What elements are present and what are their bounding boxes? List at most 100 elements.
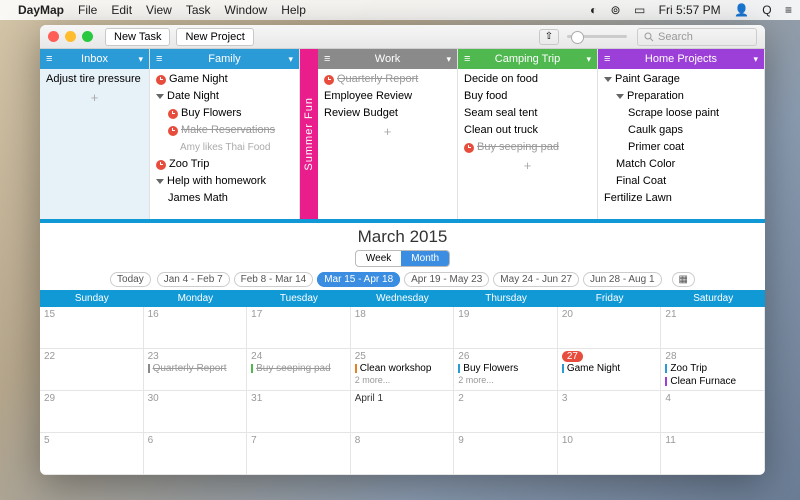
menu-file[interactable]: File: [78, 3, 97, 17]
add-task-button[interactable]: +: [318, 122, 457, 141]
more-events[interactable]: 2 more...: [458, 375, 553, 385]
task-item[interactable]: Paint Garage: [598, 71, 764, 88]
calendar-cell[interactable]: 28Zoo TripClean Furnace: [661, 349, 765, 391]
menubar-clock[interactable]: Fri 5:57 PM: [659, 3, 721, 17]
disclosure-down-icon[interactable]: [156, 179, 164, 184]
column-header[interactable]: ≡Camping Trip▾: [458, 49, 597, 69]
column-menu-icon[interactable]: ≡: [156, 53, 168, 65]
battery-icon[interactable]: ▭: [634, 3, 645, 17]
share-button[interactable]: ⇧: [539, 29, 559, 45]
task-item[interactable]: Make Reservations: [150, 122, 299, 139]
column-dropdown-icon[interactable]: ▾: [439, 54, 451, 65]
calendar-event[interactable]: Buy seeping pad: [251, 362, 346, 375]
column-dropdown-icon[interactable]: ▾: [281, 54, 293, 65]
menu-task[interactable]: Task: [186, 3, 211, 17]
notifications-icon[interactable]: ≡: [785, 3, 792, 17]
disclosure-down-icon[interactable]: [616, 94, 624, 99]
calendar-picker-button[interactable]: ▦: [672, 272, 695, 287]
task-item[interactable]: Caulk gaps: [598, 122, 764, 139]
column-menu-icon[interactable]: ≡: [464, 53, 476, 65]
menu-help[interactable]: Help: [281, 3, 306, 17]
calendar-cell[interactable]: 11: [661, 433, 765, 475]
task-item[interactable]: Help with homework: [150, 173, 299, 190]
column-header[interactable]: ≡Home Projects▾: [598, 49, 764, 69]
calendar-cell[interactable]: April 1: [351, 391, 455, 433]
calendar-cell[interactable]: 21: [661, 307, 765, 349]
calendar-cell[interactable]: 29: [40, 391, 144, 433]
calendar-cell[interactable]: 8: [351, 433, 455, 475]
range-button[interactable]: Apr 19 - May 23: [404, 272, 489, 287]
calendar-event[interactable]: Zoo Trip: [665, 362, 760, 375]
minimize-button[interactable]: [65, 31, 76, 42]
task-item[interactable]: Review Budget: [318, 105, 457, 122]
zoom-slider[interactable]: [567, 35, 627, 38]
task-item[interactable]: Final Coat: [598, 173, 764, 190]
zoom-button[interactable]: [82, 31, 93, 42]
column-menu-icon[interactable]: ≡: [324, 53, 336, 65]
cloud-icon[interactable]: ◐: [590, 3, 597, 17]
task-item[interactable]: Quarterly Report: [318, 71, 457, 88]
calendar-event[interactable]: Game Night: [562, 362, 657, 375]
calendar-cell[interactable]: 3: [558, 391, 662, 433]
task-item[interactable]: Employee Review: [318, 88, 457, 105]
user-icon[interactable]: 👤: [734, 3, 749, 17]
calendar-event[interactable]: Buy Flowers: [458, 362, 553, 375]
app-name[interactable]: DayMap: [18, 3, 64, 17]
add-task-button[interactable]: +: [40, 88, 149, 107]
wifi-icon[interactable]: ⊚: [611, 3, 621, 17]
calendar-cell[interactable]: 20: [558, 307, 662, 349]
task-item[interactable]: James Math: [150, 190, 299, 207]
disclosure-down-icon[interactable]: [604, 77, 612, 82]
task-item[interactable]: Adjust tire pressure: [40, 71, 149, 88]
close-button[interactable]: [48, 31, 59, 42]
calendar-cell[interactable]: 17: [247, 307, 351, 349]
view-segmented-control[interactable]: Week Month: [355, 250, 450, 267]
column-menu-icon[interactable]: ≡: [604, 53, 616, 65]
task-item[interactable]: Game Night: [150, 71, 299, 88]
view-month[interactable]: Month: [401, 251, 449, 266]
column-dropdown-icon[interactable]: ▾: [746, 54, 758, 65]
today-button[interactable]: Today: [110, 272, 151, 287]
menu-edit[interactable]: Edit: [111, 3, 132, 17]
task-item[interactable]: Clean out truck: [458, 122, 597, 139]
calendar-cell[interactable]: 24Buy seeping pad: [247, 349, 351, 391]
task-item[interactable]: Buy food: [458, 88, 597, 105]
menu-window[interactable]: Window: [225, 3, 268, 17]
column-dropdown-icon[interactable]: ▾: [579, 54, 591, 65]
task-item[interactable]: Amy likes Thai Food: [150, 139, 299, 156]
calendar-cell[interactable]: 31: [247, 391, 351, 433]
task-item[interactable]: Seam seal tent: [458, 105, 597, 122]
task-item[interactable]: Decide on food: [458, 71, 597, 88]
calendar-event[interactable]: Clean workshop: [355, 362, 450, 375]
new-task-button[interactable]: New Task: [105, 28, 170, 46]
disclosure-down-icon[interactable]: [156, 94, 164, 99]
spotlight-icon[interactable]: Q: [762, 3, 771, 17]
calendar-cell[interactable]: 10: [558, 433, 662, 475]
task-item[interactable]: Fertilize Lawn: [598, 190, 764, 207]
calendar-cell[interactable]: 25Clean workshop2 more...: [351, 349, 455, 391]
menu-view[interactable]: View: [146, 3, 172, 17]
task-item[interactable]: Buy Flowers: [150, 105, 299, 122]
add-task-button[interactable]: +: [458, 156, 597, 175]
task-item[interactable]: Primer coat: [598, 139, 764, 156]
task-item[interactable]: Buy seeping pad: [458, 139, 597, 156]
calendar-cell[interactable]: 6: [144, 433, 248, 475]
calendar-cell[interactable]: 15: [40, 307, 144, 349]
column-dropdown-icon[interactable]: ▾: [131, 54, 143, 65]
task-item[interactable]: Date Night: [150, 88, 299, 105]
calendar-cell[interactable]: 27Game Night: [558, 349, 662, 391]
range-button[interactable]: Jun 28 - Aug 1: [583, 272, 662, 287]
calendar-cell[interactable]: 18: [351, 307, 455, 349]
range-button[interactable]: May 24 - Jun 27: [493, 272, 579, 287]
task-item[interactable]: Zoo Trip: [150, 156, 299, 173]
new-project-button[interactable]: New Project: [176, 28, 253, 46]
calendar-cell[interactable]: 2: [454, 391, 558, 433]
column-header[interactable]: ≡Inbox▾: [40, 49, 149, 69]
calendar-cell[interactable]: 9: [454, 433, 558, 475]
task-item[interactable]: Preparation: [598, 88, 764, 105]
summer-fun-spine[interactable]: Summer Fun: [300, 49, 318, 219]
range-button[interactable]: Mar 15 - Apr 18: [317, 272, 400, 287]
range-button[interactable]: Feb 8 - Mar 14: [234, 272, 314, 287]
task-item[interactable]: Scrape loose paint: [598, 105, 764, 122]
calendar-cell[interactable]: 4: [661, 391, 765, 433]
